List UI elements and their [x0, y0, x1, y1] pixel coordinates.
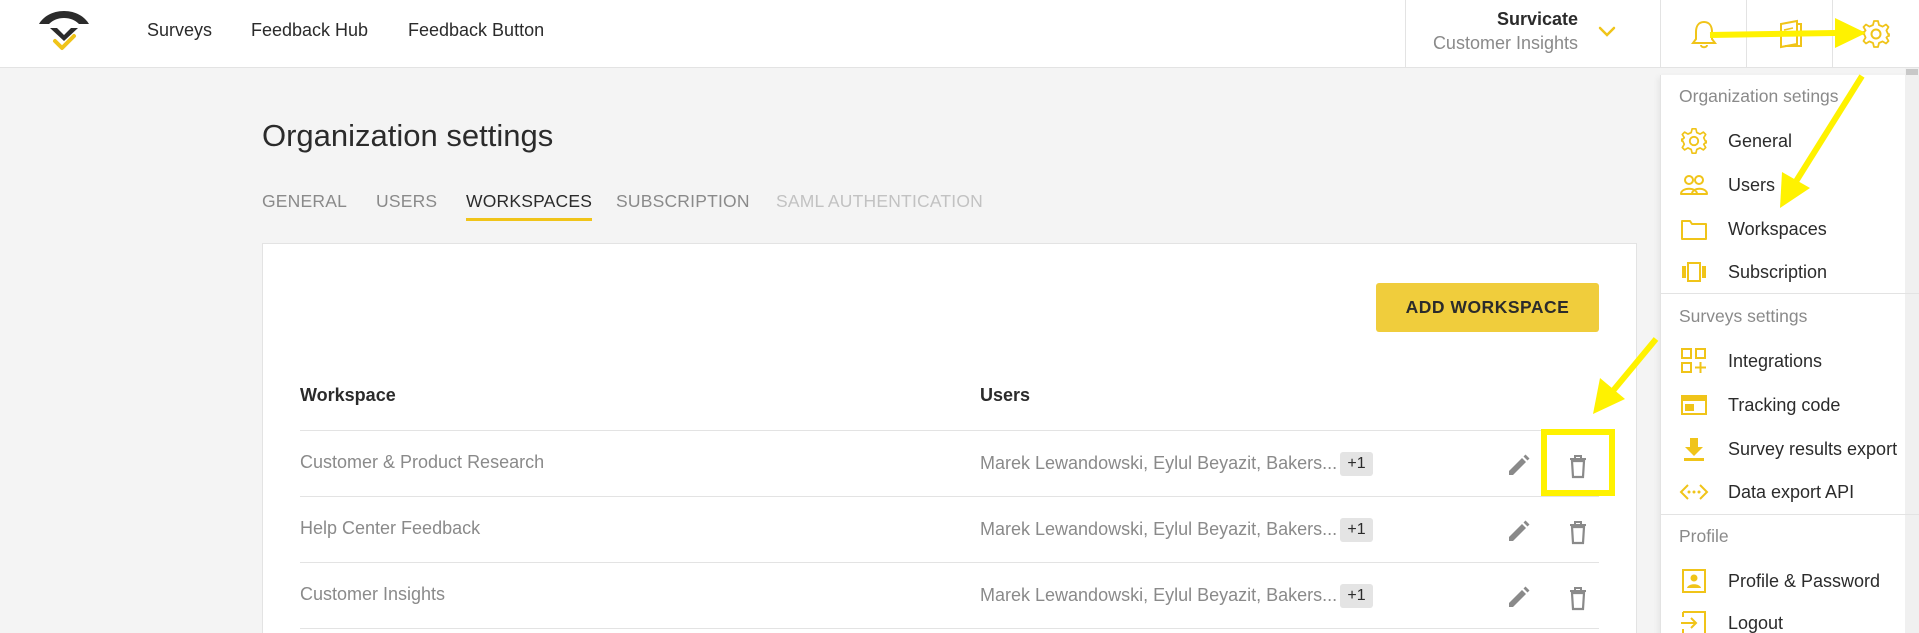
workspace-name: Help Center Feedback [300, 518, 481, 538]
more-users-badge[interactable]: +1 [1340, 584, 1373, 608]
dropdown-item-workspaces[interactable]: Workspaces [1679, 213, 1909, 245]
dropdown-heading-profile: Profile [1679, 526, 1729, 546]
workspace-users: Marek Lewandowski, Eylul Beyazit, Bakers… [980, 453, 1338, 473]
dropdown-item-users[interactable]: Users [1679, 169, 1909, 201]
dropdown-item-general[interactable]: General [1679, 125, 1909, 157]
account-org-name: Survicate [1496, 9, 1578, 29]
tab-general[interactable]: GENERAL [262, 191, 347, 218]
dropdown-divider [1660, 514, 1919, 515]
dropdown-item-label: Logout [1728, 612, 1784, 633]
tab-saml-authentication: SAML AUTHENTICATION [776, 191, 984, 211]
dropdown-scrollbar-thumb[interactable] [1906, 69, 1918, 75]
edit-icon[interactable] [1504, 452, 1532, 480]
dropdown-item-label: General [1728, 130, 1793, 151]
account-workspace-name: Customer Insights [1432, 33, 1578, 53]
workspace-name: Customer & Product Research [300, 452, 545, 472]
survicate-logo[interactable] [34, 8, 94, 54]
tracking-code-icon [1679, 390, 1709, 420]
table-divider [300, 628, 1599, 629]
delete-icon[interactable] [1564, 584, 1592, 612]
delete-icon[interactable] [1564, 518, 1592, 546]
page-title: Organization settings [262, 118, 554, 153]
workspace-users: Marek Lewandowski, Eylul Beyazit, Bakers… [980, 585, 1338, 605]
dropdown-item-label: Survey results export [1728, 438, 1898, 459]
more-users-badge[interactable]: +1 [1340, 452, 1373, 476]
dropdown-item-label: Data export API [1728, 481, 1855, 502]
dropdown-heading-surveys: Surveys settings [1679, 306, 1808, 326]
dropdown-heading-organization: Organization setings [1679, 86, 1839, 106]
edit-icon[interactable] [1504, 584, 1532, 612]
nav-surveys[interactable]: Surveys [147, 20, 212, 41]
dropdown-item-label: Workspaces [1728, 218, 1827, 239]
dropdown-item-label: Profile & Password [1728, 570, 1881, 591]
table-divider [300, 562, 1599, 563]
profile-icon [1679, 566, 1709, 596]
settings-button[interactable] [1832, 0, 1919, 68]
table-divider [300, 430, 1599, 431]
dropdown-item-label: Users [1728, 174, 1776, 195]
workspace-name: Customer Insights [300, 584, 446, 604]
notifications-button[interactable] [1660, 0, 1746, 68]
logout-icon [1679, 608, 1709, 633]
workspace-users: Marek Lewandowski, Eylul Beyazit, Bakers… [980, 519, 1338, 539]
dropdown-item-logout[interactable]: Logout [1679, 607, 1909, 633]
column-header-users: Users [980, 385, 1031, 405]
dropdown-item-label: Integrations [1728, 350, 1823, 371]
delete-icon[interactable] [1564, 452, 1592, 480]
edit-icon[interactable] [1504, 518, 1532, 546]
gear-icon [1679, 126, 1709, 156]
subscription-icon [1679, 257, 1709, 287]
tab-users[interactable]: USERS [376, 191, 437, 218]
bell-icon [1690, 20, 1717, 49]
top-bar: Surveys Feedback Hub Feedback Button Sur… [0, 0, 1919, 68]
users-icon [1679, 170, 1709, 200]
dropdown-item-tracking-code[interactable]: Tracking code [1679, 389, 1909, 421]
table-divider [300, 496, 1599, 497]
dropdown-item-label: Tracking code [1728, 394, 1841, 415]
help-button[interactable] [1746, 0, 1832, 68]
folder-icon [1679, 214, 1709, 244]
download-icon [1679, 434, 1709, 464]
book-icon [1779, 19, 1802, 49]
dropdown-item-label: Subscription [1728, 261, 1828, 282]
tab-subscription[interactable]: SUBSCRIPTION [616, 191, 750, 218]
account-switcher[interactable]: Survicate Customer Insights [1405, 0, 1660, 68]
column-header-workspace: Workspace [300, 385, 396, 405]
dropdown-item-profile-password[interactable]: Profile & Password [1679, 565, 1909, 597]
dropdown-item-subscription[interactable]: Subscription [1679, 256, 1909, 288]
dropdown-item-survey-results-export[interactable]: Survey results export [1679, 433, 1909, 465]
nav-feedback-hub[interactable]: Feedback Hub [251, 20, 368, 41]
gear-icon [1862, 20, 1890, 48]
more-users-badge[interactable]: +1 [1340, 518, 1373, 542]
tab-workspaces[interactable]: WORKSPACES [466, 191, 593, 221]
dropdown-item-integrations[interactable]: Integrations [1679, 345, 1909, 377]
nav-feedback-button[interactable]: Feedback Button [408, 20, 544, 41]
chevron-down-icon [1598, 26, 1616, 37]
add-workspace-button[interactable]: ADD WORKSPACE [1376, 283, 1599, 332]
dropdown-item-data-export-api[interactable]: Data export API [1679, 476, 1909, 508]
api-icon [1679, 477, 1709, 507]
dropdown-divider [1660, 293, 1919, 294]
integrations-icon [1679, 346, 1709, 376]
